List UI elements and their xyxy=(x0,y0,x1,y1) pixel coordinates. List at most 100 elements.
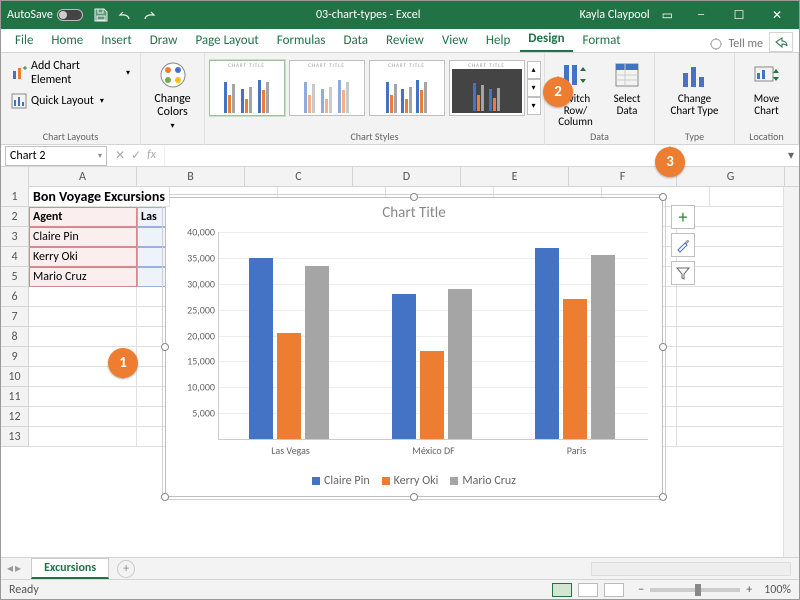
resize-handle[interactable] xyxy=(659,343,667,351)
resize-handle[interactable] xyxy=(161,343,169,351)
row-header[interactable]: 7 xyxy=(1,307,29,327)
page-layout-view-button[interactable] xyxy=(578,583,598,597)
resize-handle[interactable] xyxy=(410,193,418,201)
row-header[interactable]: 13 xyxy=(1,427,29,447)
move-chart-button[interactable]: Move Chart xyxy=(741,57,792,118)
resize-handle[interactable] xyxy=(659,193,667,201)
sheet-nav[interactable]: ◂▸ xyxy=(1,561,27,576)
sheet-nav-next-icon[interactable]: ▸ xyxy=(15,561,21,576)
zoom-level[interactable]: 100% xyxy=(764,583,791,597)
row-header[interactable]: 6 xyxy=(1,287,29,307)
tab-draw[interactable]: Draw xyxy=(142,29,186,52)
tab-page-layout[interactable]: Page Layout xyxy=(187,29,266,52)
bar[interactable] xyxy=(448,289,472,439)
chart-elements-button[interactable]: + xyxy=(671,205,695,229)
chart-title[interactable]: Chart Title xyxy=(166,198,662,228)
row-header[interactable]: 11 xyxy=(1,387,29,407)
row-header[interactable]: 10 xyxy=(1,367,29,387)
col-header-D[interactable]: D xyxy=(353,167,461,186)
row-header[interactable]: 4 xyxy=(1,247,29,267)
resize-handle[interactable] xyxy=(161,493,169,501)
name-box[interactable]: Chart 2▾ xyxy=(5,146,107,166)
user-name[interactable]: Kayla Claypool xyxy=(580,8,650,22)
enter-formula-icon[interactable]: ✓ xyxy=(131,148,141,163)
bar[interactable] xyxy=(535,248,559,439)
select-data-button[interactable]: Select Data xyxy=(603,57,651,130)
change-colors-button[interactable]: Change Colors▾ xyxy=(147,57,198,133)
chart-styles-button[interactable] xyxy=(671,233,695,257)
tab-help[interactable]: Help xyxy=(478,29,518,52)
cancel-formula-icon[interactable]: ✕ xyxy=(115,148,125,163)
chart-object[interactable]: Chart Title 5,00010,00015,00020,00025,00… xyxy=(165,197,663,497)
bar[interactable] xyxy=(563,299,587,439)
tab-formulas[interactable]: Formulas xyxy=(269,29,334,52)
bar[interactable] xyxy=(591,255,615,439)
add-sheet-button[interactable]: + xyxy=(117,560,135,578)
bar[interactable] xyxy=(420,351,444,439)
zoom-out-icon[interactable]: − xyxy=(638,583,644,597)
row-header[interactable]: 3 xyxy=(1,227,29,247)
gallery-down-icon[interactable]: ▾ xyxy=(527,79,541,97)
horizontal-scrollbar[interactable] xyxy=(591,562,791,576)
resize-handle[interactable] xyxy=(410,493,418,501)
select-all-corner[interactable] xyxy=(1,167,29,187)
chart-style-1[interactable]: CHART TITLE xyxy=(209,60,285,116)
row-header[interactable]: 12 xyxy=(1,407,29,427)
sheet-tab-excursions[interactable]: Excursions xyxy=(31,558,109,579)
col-header-A[interactable]: A xyxy=(29,167,137,186)
formula-input[interactable] xyxy=(164,146,783,166)
chart-style-3[interactable]: CHART TITLE xyxy=(369,60,445,116)
row-header[interactable]: 5 xyxy=(1,267,29,287)
autosave[interactable]: AutoSave xyxy=(7,8,83,22)
chart-style-2[interactable]: CHART TITLE xyxy=(289,60,365,116)
redo-icon[interactable] xyxy=(141,7,157,23)
zoom-slider[interactable] xyxy=(650,588,740,592)
undo-icon[interactable] xyxy=(117,7,133,23)
sheet-nav-prev-icon[interactable]: ◂ xyxy=(7,561,13,576)
page-break-view-button[interactable] xyxy=(604,583,624,597)
tab-review[interactable]: Review xyxy=(378,29,432,52)
normal-view-button[interactable] xyxy=(552,583,572,597)
chart-filters-button[interactable] xyxy=(671,261,695,285)
chart-style-4[interactable]: CHART TITLE xyxy=(449,60,525,116)
legend-item[interactable]: Mario Cruz xyxy=(450,474,516,488)
legend-item[interactable]: Kerry Oki xyxy=(382,474,439,488)
save-icon[interactable] xyxy=(93,7,109,23)
cell[interactable]: Kerry Oki xyxy=(29,247,137,267)
cell[interactable]: Claire Pin xyxy=(29,227,137,247)
tab-view[interactable]: View xyxy=(434,29,476,52)
change-chart-type-button[interactable]: Change Chart Type xyxy=(661,57,728,118)
cell[interactable]: Agent xyxy=(29,207,137,227)
cell[interactable]: Bon Voyage Excursions xyxy=(29,187,170,207)
autosave-toggle[interactable] xyxy=(57,9,83,21)
plot-area[interactable]: 5,00010,00015,00020,00025,00030,00035,00… xyxy=(218,232,648,440)
gallery-more-icon[interactable]: ▾ xyxy=(527,97,541,115)
col-header-C[interactable]: C xyxy=(245,167,353,186)
row-header[interactable]: 9 xyxy=(1,347,29,367)
minimize-button[interactable]: ─ xyxy=(685,1,717,29)
col-header-E[interactable]: E xyxy=(461,167,569,186)
cell[interactable]: Mario Cruz xyxy=(29,267,137,287)
tab-home[interactable]: Home xyxy=(43,29,91,52)
tab-file[interactable]: File xyxy=(7,29,41,52)
col-header-B[interactable]: B xyxy=(137,167,245,186)
col-header-G[interactable]: G xyxy=(677,167,785,186)
tab-design[interactable]: Design xyxy=(520,27,572,52)
add-chart-element-button[interactable]: Add Chart Element▾ xyxy=(7,57,134,89)
tab-data[interactable]: Data xyxy=(336,29,377,52)
tab-insert[interactable]: Insert xyxy=(93,29,140,52)
zoom-in-icon[interactable]: + xyxy=(746,583,752,597)
expand-formula-bar-icon[interactable]: ▾ xyxy=(783,148,799,163)
resize-handle[interactable] xyxy=(659,493,667,501)
maximize-button[interactable]: ☐ xyxy=(723,1,755,29)
close-button[interactable]: ✕ xyxy=(761,1,793,29)
tab-format[interactable]: Format xyxy=(575,29,629,52)
row-header[interactable]: 8 xyxy=(1,327,29,347)
bar[interactable] xyxy=(392,294,416,439)
share-button[interactable] xyxy=(769,32,793,52)
legend-item[interactable]: Claire Pin xyxy=(312,474,370,488)
bar[interactable] xyxy=(249,258,273,439)
fx-icon[interactable]: fx xyxy=(147,148,156,163)
row-header[interactable]: 1 xyxy=(1,187,29,207)
tell-me[interactable]: Tell me xyxy=(708,36,763,52)
